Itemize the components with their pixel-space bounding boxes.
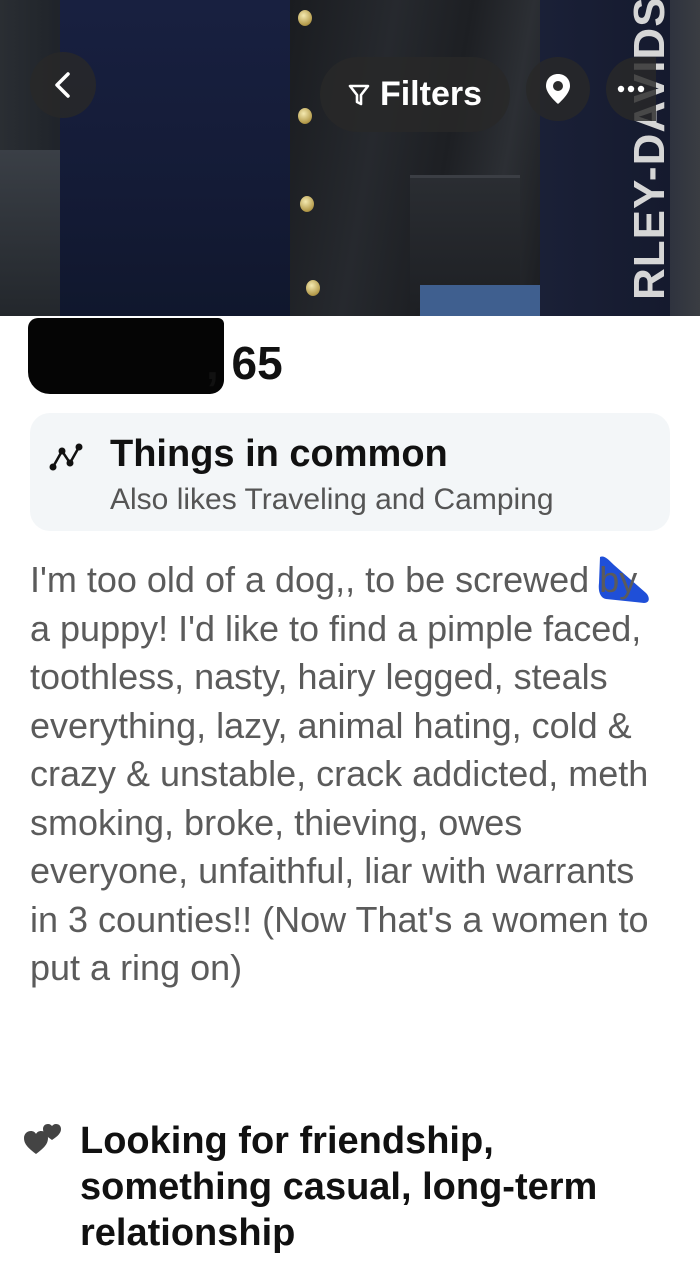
back-button[interactable] <box>30 52 96 118</box>
vest-stud <box>298 10 312 26</box>
filters-button[interactable]: Filters <box>320 57 510 132</box>
things-in-common-subtitle: Also likes Traveling and Camping <box>110 483 554 516</box>
hearts-icon <box>24 1124 61 1154</box>
connection-graph-icon <box>49 443 83 471</box>
photo-shirt <box>60 0 320 316</box>
profile-photo[interactable]: RLEY-DAVIDSON Filters <box>0 0 700 316</box>
things-in-common-title: Things in common <box>110 433 448 475</box>
things-in-common-card: Things in common Also likes Traveling an… <box>30 413 670 531</box>
vest-stud <box>298 108 312 124</box>
vest-stud <box>300 196 314 212</box>
location-pin-icon <box>546 74 570 104</box>
chevron-left-icon <box>55 72 70 98</box>
looking-for-text: Looking for friendship, something casual… <box>80 1120 598 1254</box>
photo-jeans <box>420 285 540 316</box>
more-dots-icon <box>617 85 645 93</box>
profile-age: , 65 <box>206 337 283 389</box>
redacted-name <box>28 318 224 394</box>
vest-stud <box>306 280 320 296</box>
profile-bio: I'm too old of a dog,, to be screwed by … <box>30 559 649 988</box>
filters-label: Filters <box>379 75 483 113</box>
location-button[interactable] <box>526 57 590 121</box>
filter-icon <box>348 84 370 105</box>
